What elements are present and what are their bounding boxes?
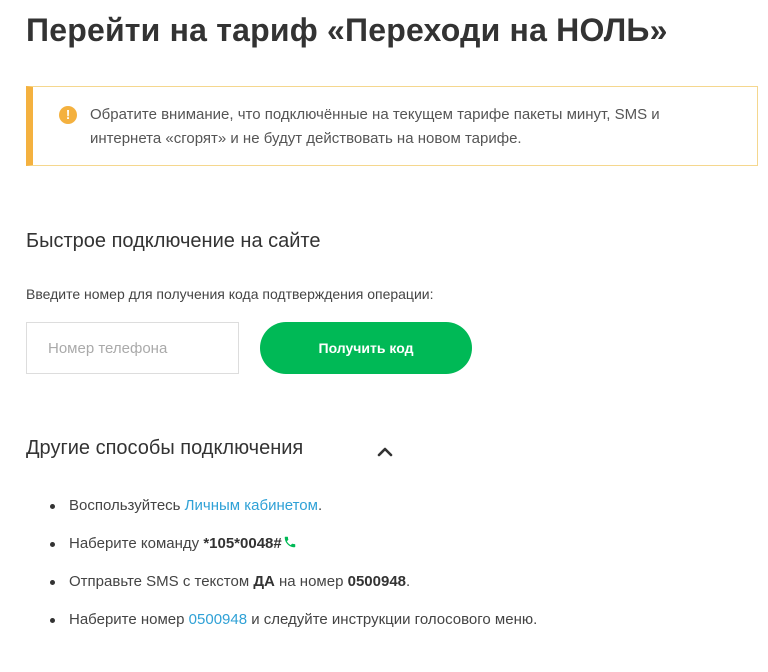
phone-number-input[interactable] [26,322,239,374]
list-item: Наберите номер 0500948 и следуйте инстру… [50,608,537,646]
sms-keyword: ДА [253,573,275,590]
method-text: . [406,573,411,590]
quick-connect-title: Быстрое подключение на сайте [26,230,321,252]
method-text: . [317,497,323,514]
method-text: Воспользуйтесь [69,497,185,514]
method-text: на номер [274,573,348,590]
method-text: Отправьте SMS с текстом [69,573,254,590]
list-item: Воспользуйтесь Личным кабинетом. [50,494,537,532]
other-methods-list: Воспользуйтесь Личным кабинетом. Наберит… [50,494,537,646]
sms-number: 0500948 [347,573,407,590]
get-code-button[interactable]: Получить код [260,322,472,374]
phone-hint-text: Введите номер для получения кода подтвер… [26,286,434,302]
info-icon: ! [59,106,77,124]
voice-number-link[interactable]: 0500948 [189,611,247,628]
other-methods-title[interactable]: Другие способы подключения [26,437,303,460]
method-text: Наберите номер [69,611,189,628]
page-title: Перейти на тариф «Переходи на НОЛЬ» [26,12,668,48]
ussd-command: *105*0048# [203,535,282,552]
list-item: Наберите команду *105*0048# [50,532,537,570]
personal-account-link[interactable]: Личным кабинетом [185,497,318,514]
chevron-up-icon[interactable] [377,445,393,457]
warning-notice: ! Обратите внимание, что подключённые на… [26,86,758,166]
method-text: Наберите команду [69,535,204,552]
phone-icon[interactable] [283,535,297,549]
method-text: и следуйте инструкции голосового меню. [247,611,538,628]
list-item: Отправьте SMS с текстом ДА на номер 0500… [50,570,537,608]
notice-text: Обратите внимание, что подключённые на т… [90,106,660,147]
